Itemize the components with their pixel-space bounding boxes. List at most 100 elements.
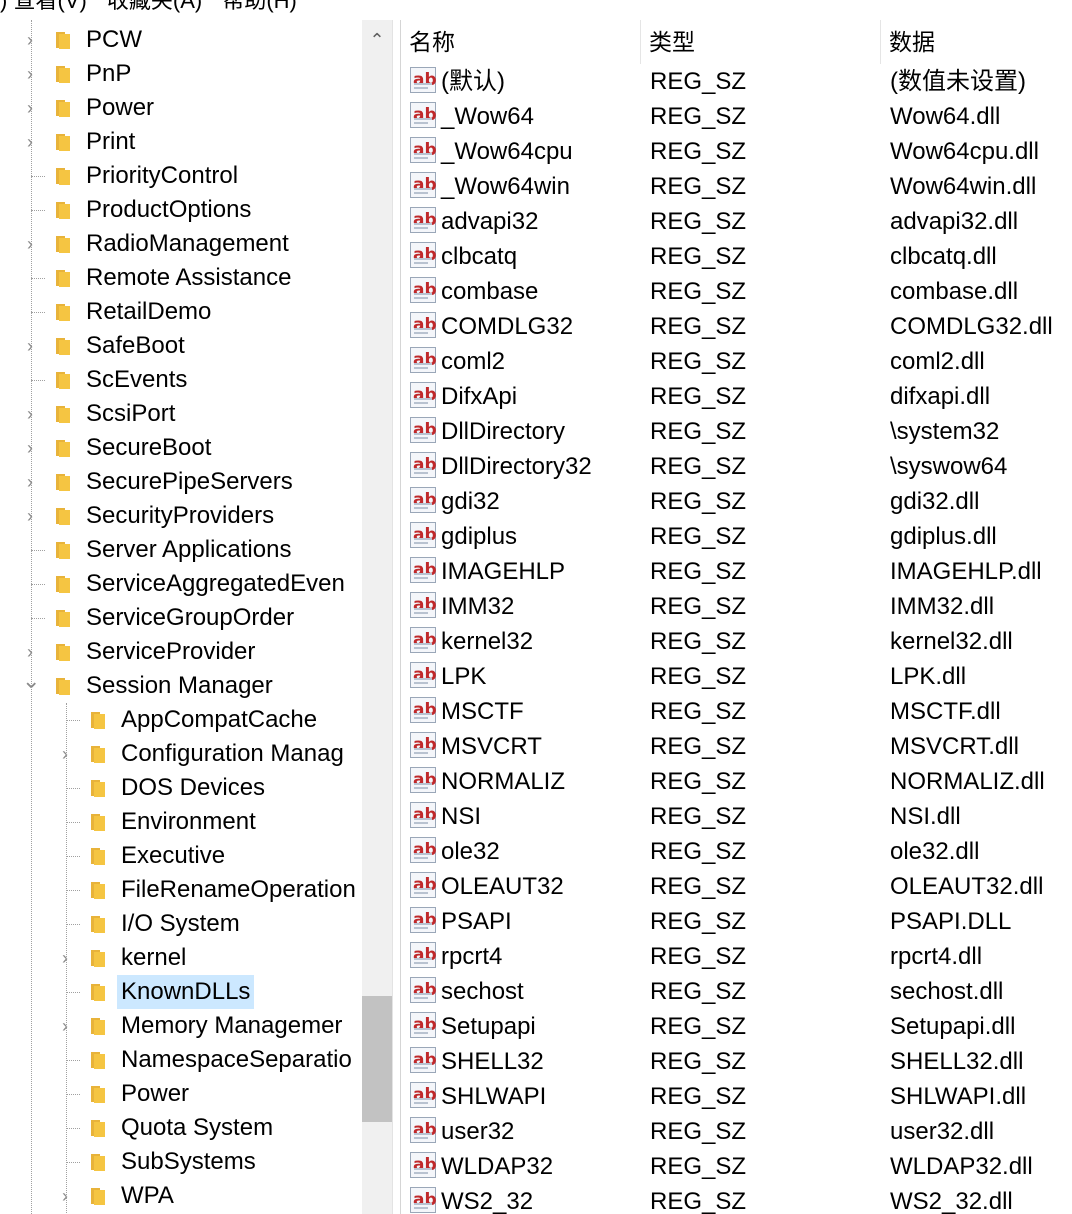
value-row[interactable]: ab IMAGEHLP REG_SZ IMAGEHLP.dll [401,554,1072,589]
value-row[interactable]: ab DllDirectory32 REG_SZ \syswow64 [401,449,1072,484]
chevron-right-icon[interactable]: › [57,1009,73,1043]
tree-item[interactable]: › SecurePipeServers [0,465,362,499]
tree-item[interactable]: › PnP [0,57,362,91]
tree-item[interactable]: ⌄ Session Manager [0,669,362,703]
scrollbar-thumb[interactable] [362,996,392,1122]
value-row[interactable]: ab PSAPI REG_SZ PSAPI.DLL [401,904,1072,939]
tree-item[interactable]: ScEvents [0,363,362,397]
tree-item[interactable]: › Memory Managemer [0,1009,362,1043]
chevron-right-icon[interactable]: › [22,227,38,261]
tree-item[interactable]: DOS Devices [0,771,362,805]
value-row[interactable]: ab sechost REG_SZ sechost.dll [401,974,1072,1009]
value-row[interactable]: ab SHELL32 REG_SZ SHELL32.dll [401,1044,1072,1079]
value-row[interactable]: ab NORMALIZ REG_SZ NORMALIZ.dll [401,764,1072,799]
value-row[interactable]: ab advapi32 REG_SZ advapi32.dll [401,204,1072,239]
value-row[interactable]: ab kernel32 REG_SZ kernel32.dll [401,624,1072,659]
chevron-right-icon[interactable]: › [22,635,38,669]
chevron-right-icon[interactable]: › [22,397,38,431]
menu-favorites[interactable]: 收藏夹(A) [107,0,202,12]
tree-item[interactable]: ServiceGroupOrder [0,601,362,635]
tree-item[interactable]: Remote Assistance [0,261,362,295]
tree-item[interactable]: SubSystems [0,1145,362,1179]
tree-item[interactable]: RetailDemo [0,295,362,329]
tree-item[interactable]: AppCompatCache [0,703,362,737]
chevron-right-icon[interactable]: › [57,1179,73,1213]
chevron-right-icon[interactable]: › [22,125,38,159]
value-row[interactable]: ab LPK REG_SZ LPK.dll [401,659,1072,694]
tree-item[interactable]: ProductOptions [0,193,362,227]
tree-item-label: SecureBoot [86,434,212,461]
value-row[interactable]: ab ole32 REG_SZ ole32.dll [401,834,1072,869]
tree-item[interactable]: ServiceAggregatedEven [0,567,362,601]
tree-item[interactable]: PriorityControl [0,159,362,193]
scroll-up-arrow-icon[interactable]: ⌃ [362,20,392,60]
value-row[interactable]: ab NSI REG_SZ NSI.dll [401,799,1072,834]
value-row[interactable]: ab _Wow64win REG_SZ Wow64win.dll [401,169,1072,204]
chevron-right-icon[interactable]: › [22,329,38,363]
chevron-right-icon[interactable]: › [22,499,38,533]
value-row[interactable]: ab Setupapi REG_SZ Setupapi.dll [401,1009,1072,1044]
tree-item-label: Power [121,1080,190,1107]
tree-item-label: RetailDemo [86,298,212,325]
value-row[interactable]: ab MSCTF REG_SZ MSCTF.dll [401,694,1072,729]
chevron-right-icon[interactable]: › [22,57,38,91]
tree-item[interactable]: FileRenameOperation [0,873,362,907]
tree-item[interactable]: › kernel [0,941,362,975]
value-row[interactable]: ab COMDLG32 REG_SZ COMDLG32.dll [401,309,1072,344]
tree-scrollbar[interactable]: ⌃ [362,20,392,1214]
tree-item[interactable]: › Power [0,91,362,125]
value-row[interactable]: ab SHLWAPI REG_SZ SHLWAPI.dll [401,1079,1072,1114]
value-row[interactable]: ab OLEAUT32 REG_SZ OLEAUT32.dll [401,869,1072,904]
value-row[interactable]: ab (默认) REG_SZ (数值未设置) [401,64,1072,99]
tree-item[interactable]: › Configuration Manag [0,737,362,771]
value-row[interactable]: ab coml2 REG_SZ coml2.dll [401,344,1072,379]
value-row[interactable]: ab _Wow64 REG_SZ Wow64.dll [401,99,1072,134]
tree-item[interactable]: › SecureBoot [0,431,362,465]
value-row[interactable]: ab IMM32 REG_SZ IMM32.dll [401,589,1072,624]
tree-item[interactable]: › ScsiPort [0,397,362,431]
tree-item[interactable]: › ServiceProvider [0,635,362,669]
value-row[interactable]: ab rpcrt4 REG_SZ rpcrt4.dll [401,939,1072,974]
tree-item[interactable]: Environment [0,805,362,839]
column-header-type[interactable]: 类型 [641,20,881,64]
chevron-right-icon[interactable]: › [22,465,38,499]
value-row[interactable]: ab user32 REG_SZ user32.dll [401,1114,1072,1149]
folder-icon [56,542,70,559]
tree-item[interactable]: › SafeBoot [0,329,362,363]
column-header-data[interactable]: 数据 [881,20,1072,64]
value-row[interactable]: ab WLDAP32 REG_SZ WLDAP32.dll [401,1149,1072,1184]
tree-item[interactable]: KnownDLLs [0,975,362,1009]
tree-item-label: Remote Assistance [86,264,292,291]
value-row[interactable]: ab gdiplus REG_SZ gdiplus.dll [401,519,1072,554]
menu-help[interactable]: 帮助(H) [222,0,297,12]
column-header-name[interactable]: 名称 [401,20,641,64]
tree-item[interactable]: › SecurityProviders [0,499,362,533]
chevron-down-icon[interactable]: ⌄ [22,669,40,703]
string-value-icon: ab [410,942,437,968]
value-row[interactable]: ab clbcatq REG_SZ clbcatq.dll [401,239,1072,274]
value-row[interactable]: ab _Wow64cpu REG_SZ Wow64cpu.dll [401,134,1072,169]
value-row[interactable]: ab combase REG_SZ combase.dll [401,274,1072,309]
chevron-right-icon[interactable]: › [22,23,38,57]
menu-view[interactable]: ) 查看(V) [0,0,87,12]
tree-item[interactable]: NamespaceSeparatio [0,1043,362,1077]
tree-item[interactable]: Power [0,1077,362,1111]
value-row[interactable]: ab WS2_32 REG_SZ WS2_32.dll [401,1184,1072,1214]
tree-item[interactable]: Executive [0,839,362,873]
tree-item[interactable]: › PCW [0,23,362,57]
value-row[interactable]: ab MSVCRT REG_SZ MSVCRT.dll [401,729,1072,764]
value-row[interactable]: ab gdi32 REG_SZ gdi32.dll [401,484,1072,519]
chevron-right-icon[interactable]: › [22,431,38,465]
chevron-right-icon[interactable]: › [57,737,73,771]
chevron-right-icon[interactable]: › [57,941,73,975]
tree-item[interactable]: I/O System [0,907,362,941]
tree-connector-line [66,856,80,857]
tree-item[interactable]: › WPA [0,1179,362,1213]
tree-item[interactable]: Quota System [0,1111,362,1145]
tree-item[interactable]: › Print [0,125,362,159]
value-row[interactable]: ab DifxApi REG_SZ difxapi.dll [401,379,1072,414]
value-row[interactable]: ab DllDirectory REG_SZ \system32 [401,414,1072,449]
tree-item[interactable]: › RadioManagement [0,227,362,261]
chevron-right-icon[interactable]: › [22,91,38,125]
tree-item[interactable]: Server Applications [0,533,362,567]
